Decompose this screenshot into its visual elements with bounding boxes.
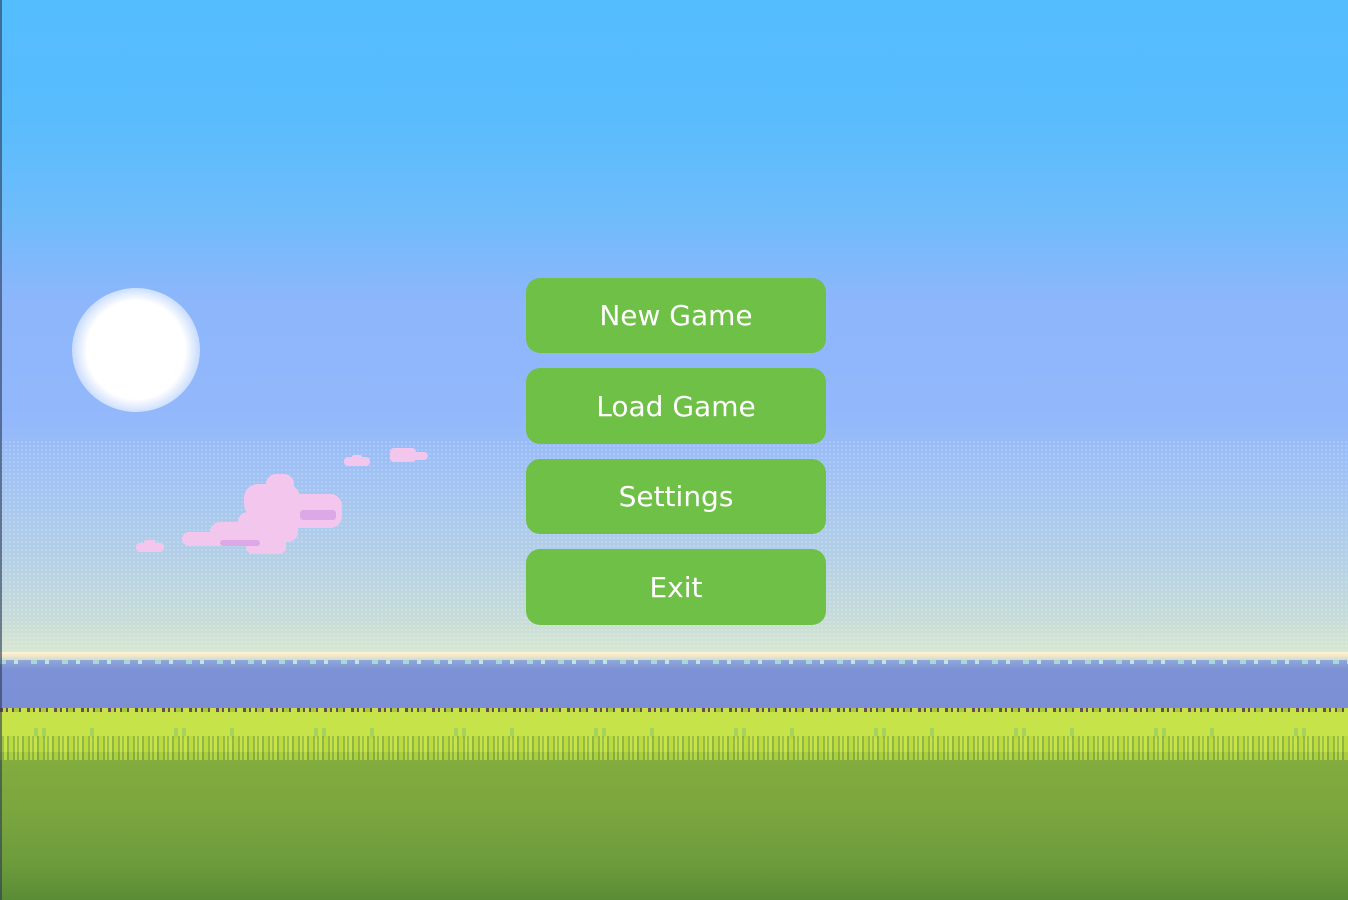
ground — [0, 752, 1348, 900]
settings-button[interactable]: Settings — [526, 459, 826, 534]
exit-button[interactable]: Exit — [526, 549, 826, 625]
horizon — [0, 652, 1348, 660]
water-foam — [0, 660, 1348, 664]
window-edge — [0, 0, 2, 900]
load-game-button[interactable]: Load Game — [526, 368, 826, 444]
game-background: New Game Load Game Settings Exit — [0, 0, 1348, 900]
sun-icon — [87, 300, 185, 398]
grass-fringe — [0, 736, 1348, 760]
main-menu: New Game Load Game Settings Exit — [526, 278, 826, 640]
new-game-button[interactable]: New Game — [526, 278, 826, 353]
